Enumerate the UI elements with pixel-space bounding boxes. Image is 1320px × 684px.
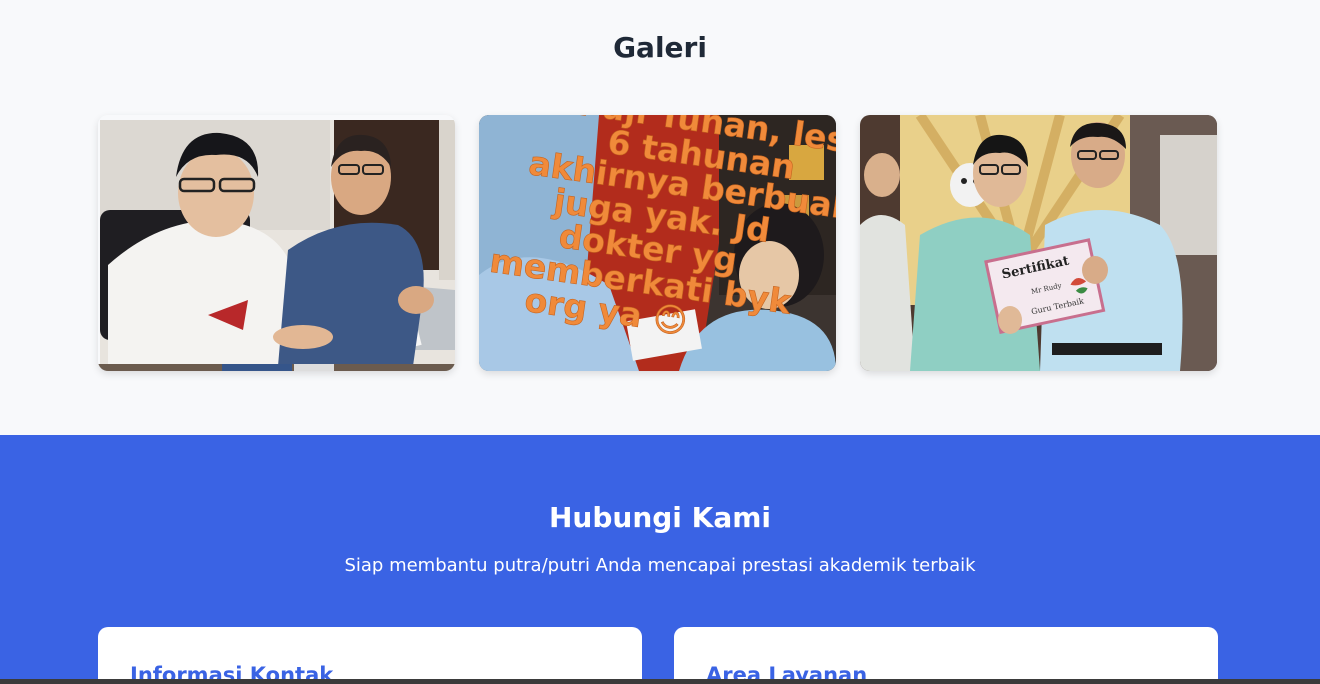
photo-image: Puji Tuhan, les 6 tahunan akhirnya berbu… xyxy=(479,115,836,371)
contact-title: Hubungi Kami xyxy=(548,501,772,534)
gallery-photo-2[interactable]: Puji Tuhan, les 6 tahunan akhirnya berbu… xyxy=(479,115,836,371)
gallery-photo-3[interactable]: Sertifikat Mr Rudy Guru Terbaik xyxy=(860,115,1217,371)
horizontal-scrollbar[interactable] xyxy=(0,679,1320,684)
photo-image: Sertifikat Mr Rudy Guru Terbaik xyxy=(860,115,1217,371)
gallery-section: Galeri Puji Tuhan, les 6 tahunan akhirny… xyxy=(0,0,1320,435)
gallery-photo-1[interactable] xyxy=(98,115,455,371)
gallery-title: Galeri xyxy=(613,31,707,64)
service-area-card: Area Layanan xyxy=(674,627,1218,684)
contact-section: Hubungi Kami Siap membantu putra/putri A… xyxy=(0,435,1320,684)
contact-subtitle: Siap membantu putra/putri Anda mencapai … xyxy=(344,555,976,576)
contact-info-card: Informasi Kontak xyxy=(98,627,642,684)
photo-image xyxy=(98,115,455,371)
